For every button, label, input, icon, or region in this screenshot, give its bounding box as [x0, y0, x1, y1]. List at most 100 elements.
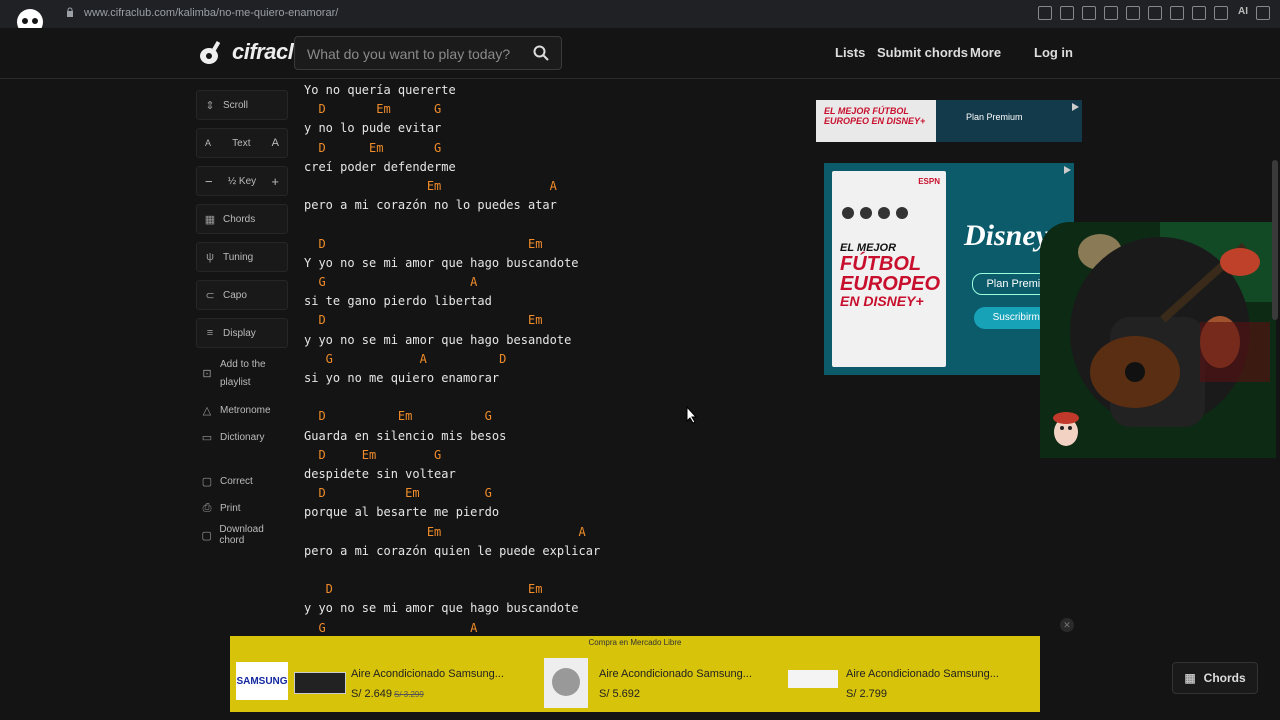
capo-icon: ⊂ [205, 289, 215, 302]
heart-icon[interactable] [1148, 6, 1162, 20]
product-card-2[interactable]: Aire Acondicionado Samsung... S/ 5.692 [544, 654, 784, 708]
search-icon[interactable] [533, 45, 549, 61]
extensions-icon[interactable] [1170, 6, 1184, 20]
lyric-line: y yo no se mi amor que hago besandote [304, 332, 572, 347]
site-header: cifraclub Lists Submit chords More Log i… [0, 28, 1280, 79]
product-name-1: Aire Acondicionado Samsung... [351, 668, 504, 680]
product-image-1 [294, 672, 346, 694]
nav-lists[interactable]: Lists [835, 45, 865, 60]
ad-card: ESPN EL MEJOR FÚTBOL EUROPEO EN DISNEY+ [832, 171, 946, 367]
page-scrollbar[interactable] [1272, 160, 1278, 320]
add-playlist-line2: playlist [220, 377, 251, 388]
ad-title-2: FÚTBOL [840, 253, 922, 275]
lyric-line: despidete sin voltear [304, 467, 456, 482]
mouse-cursor-icon [686, 406, 698, 424]
login-link[interactable]: Log in [1034, 45, 1073, 60]
grid-icon: ▦ [204, 213, 216, 226]
key-control: − ½ Key + [196, 166, 288, 196]
ad-choices-icon[interactable] [1070, 102, 1080, 112]
chord-line[interactable]: D Em [304, 235, 600, 254]
key-down-button[interactable]: − [205, 174, 213, 189]
correct-button[interactable]: ▢ Correct [196, 471, 288, 491]
lyric-line: pero a mi corazón quien le puede explica… [304, 543, 601, 558]
text-increase-button[interactable]: A [272, 137, 279, 149]
scroll-label: Scroll [223, 99, 249, 111]
text-decrease-button[interactable]: A [205, 138, 211, 148]
search-input[interactable] [305, 43, 519, 65]
book-icon: ▭ [201, 431, 213, 444]
floating-chords-button[interactable]: ▦ Chords [1172, 662, 1258, 694]
product-old-price-1: S/ 3.299 [393, 690, 424, 699]
screenshot-icon[interactable] [1082, 6, 1096, 20]
nav-more[interactable]: More [970, 45, 1001, 60]
capo-button[interactable]: ⊂ Capo [196, 280, 288, 310]
disney-banner-ad[interactable]: EL MEJOR FÚTBOL EUROPEO EN DISNEY+ Plan … [816, 100, 1082, 142]
play-icon[interactable] [1126, 6, 1140, 20]
display-button[interactable]: ≡ Display [196, 318, 288, 348]
chord-line[interactable]: D Em G [304, 446, 600, 465]
capo-label: Capo [223, 289, 247, 301]
metronome-label: Metronome [220, 404, 271, 416]
product-image-2 [544, 658, 588, 708]
lock-icon [67, 7, 73, 17]
ad-choices-icon[interactable] [1062, 165, 1072, 175]
ad-card-title: EL MEJOR FÚTBOL EUROPEO EN DISNEY+ [840, 243, 941, 309]
samsung-logo-text: SAMSUNG [236, 675, 288, 687]
zoom-icon[interactable] [1060, 6, 1074, 20]
shield-icon[interactable] [1104, 6, 1118, 20]
chord-line[interactable]: D Em G [304, 139, 600, 158]
chord-line[interactable]: Em A [304, 177, 600, 196]
chord-line[interactable]: G A [304, 619, 600, 638]
print-button[interactable]: ⎙ Print [196, 498, 288, 518]
profile-icon[interactable] [1192, 6, 1206, 20]
chord-line[interactable]: D Em G [304, 100, 600, 119]
lyric-line: pero a mi corazón no lo puedes atar [304, 198, 557, 213]
chord-line[interactable]: Em A [304, 523, 600, 542]
download-chord-button[interactable]: ▢ Download chord [196, 524, 288, 546]
chord-line[interactable]: D Em G [304, 407, 600, 426]
chords-toggle[interactable]: ▦ Chords [196, 204, 288, 234]
product-price-1-value: S/ 2.649 [351, 688, 392, 700]
product-image-3 [788, 670, 838, 688]
add-to-playlist-button[interactable]: ⊡ Add to the playlist [196, 356, 288, 392]
metronome-button[interactable]: △ Metronome [196, 400, 288, 420]
chord-line[interactable]: D Em G [304, 484, 600, 503]
tuning-button[interactable]: ψ Tuning [196, 242, 288, 272]
key-up-button[interactable]: + [271, 174, 279, 189]
chord-line[interactable]: D Em [304, 580, 600, 599]
ai-label[interactable]: AI [1238, 6, 1248, 20]
product-card-1[interactable]: SAMSUNG Aire Acondicionado Samsung... S/… [236, 654, 536, 708]
chord-line[interactable]: D Em [304, 311, 600, 330]
reader-icon[interactable] [1038, 6, 1052, 20]
dictionary-button[interactable]: ▭ Dictionary [196, 427, 288, 447]
mercadolibre-ad[interactable]: Compra en Mercado Libre SAMSUNG Aire Aco… [230, 636, 1040, 712]
chord-line[interactable]: G A D [304, 350, 600, 369]
download-label: Download chord [219, 524, 264, 546]
disney-display-ad[interactable]: ESPN EL MEJOR FÚTBOL EUROPEO EN DISNEY+ … [824, 163, 1074, 375]
product-name-2: Aire Acondicionado Samsung... [599, 668, 752, 680]
browser-extension-icons: AI [1038, 6, 1270, 20]
close-ad-icon[interactable]: ✕ [1060, 618, 1074, 632]
printer-icon: ⎙ [202, 501, 212, 514]
chord-line[interactable]: G A [304, 273, 600, 292]
floating-chords-label: Chords [1203, 671, 1246, 685]
tuning-label: Tuning [223, 251, 254, 263]
product-card-3[interactable]: Aire Acondicionado Samsung... S/ 2.799 [788, 654, 1028, 708]
address-bar[interactable]: www.cifraclub.com/kalimba/no-me-quiero-e… [84, 7, 338, 19]
download-icon: ▢ [201, 529, 212, 542]
webcam-overlay [1040, 222, 1276, 458]
product-price-1: S/ 2.649 S/ 3.299 [351, 688, 424, 700]
ad-title-3: EUROPEO [840, 273, 941, 295]
menu-icon[interactable] [1256, 6, 1270, 20]
metronome-icon: △ [202, 404, 212, 417]
ad-plan-text: Plan Premium [966, 112, 1023, 122]
nav-submit-chords[interactable]: Submit chords [877, 45, 968, 60]
lyric-line: porque al besarte me pierdo [304, 505, 500, 520]
scroll-button[interactable]: ⇕ Scroll [196, 90, 288, 120]
dictionary-label: Dictionary [220, 431, 265, 443]
download-icon[interactable] [1214, 6, 1228, 20]
product-price-2: S/ 5.692 [599, 688, 640, 700]
